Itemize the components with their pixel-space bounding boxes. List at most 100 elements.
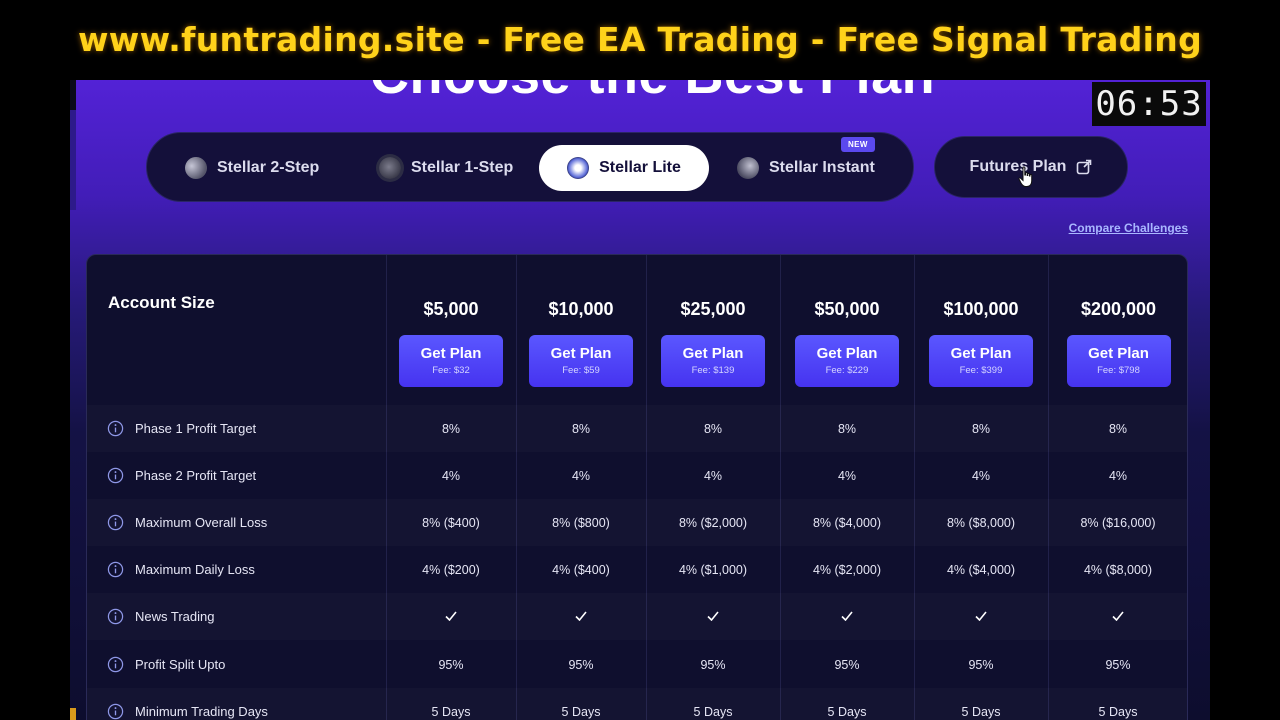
ringed-planet-icon	[567, 157, 590, 179]
plan-tabs: Stellar 2-Step Stellar 1-Step Stellar Li…	[146, 132, 914, 202]
compare-challenges-link[interactable]: Compare Challenges	[1069, 221, 1188, 235]
tab-label: Stellar 2-Step	[217, 159, 320, 176]
table-cell: 5 Days	[1098, 704, 1138, 719]
info-icon[interactable]	[107, 703, 124, 720]
plan-fee: Fee: $32	[432, 365, 470, 376]
plan-price: $200,000	[1080, 299, 1157, 319]
get-plan-label: Get Plan	[816, 345, 878, 362]
table-cell: 5 Days	[431, 704, 471, 719]
table-cell: 8%	[1108, 421, 1128, 436]
promo-banner: www.funtrading.site - Free EA Trading - …	[0, 0, 1280, 80]
tab-stellar-2-step[interactable]: Stellar 2-Step	[181, 145, 320, 191]
plan-column: $10,000 Get Plan Fee: $59	[516, 255, 646, 405]
plan-price: $25,000	[680, 299, 746, 319]
table-cell: 4% ($8,000)	[1083, 562, 1153, 577]
comet-icon	[737, 157, 759, 179]
banner-text: www.funtrading.site - Free EA Trading - …	[78, 19, 1202, 59]
plan-fee: Fee: $139	[691, 365, 735, 376]
table-cell: 4% ($400)	[552, 562, 610, 577]
get-plan-label: Get Plan	[682, 345, 744, 362]
moon-icon	[379, 157, 401, 179]
tab-label: Stellar Lite	[599, 159, 681, 176]
info-icon[interactable]	[107, 420, 124, 437]
tab-label: Stellar 1-Step	[411, 159, 514, 176]
info-icon[interactable]	[107, 608, 124, 625]
table-cell: 4% ($200)	[422, 562, 480, 577]
info-icon[interactable]	[107, 467, 124, 484]
info-icon[interactable]	[107, 656, 124, 673]
plan-price: $5,000	[423, 299, 479, 319]
table-cell: 8% ($800)	[552, 515, 610, 530]
plan-fee: Fee: $798	[1097, 365, 1140, 376]
get-plan-label: Get Plan	[950, 345, 1012, 362]
table-cell: 5 Days	[961, 704, 1001, 719]
table-row: Profit Split Upto 95% 95% 95% 95% 95% 95%	[87, 641, 1187, 688]
row-label: Phase 1 Profit Target	[135, 421, 257, 436]
plan-column: $50,000 Get Plan Fee: $229	[780, 255, 914, 405]
row-label: Profit Split Upto	[135, 657, 226, 672]
left-edge-strip	[70, 80, 76, 720]
plan-price: $10,000	[548, 299, 614, 319]
table-cell: 4% ($1,000)	[678, 562, 748, 577]
get-plan-button[interactable]: Get Plan Fee: $798	[1066, 335, 1171, 387]
table-cell: 8% ($4,000)	[812, 515, 882, 530]
info-icon[interactable]	[107, 514, 124, 531]
plan-price: $100,000	[943, 299, 1019, 319]
mouse-pointer-icon	[1018, 166, 1033, 187]
table-row: Maximum Daily Loss 4% ($200) 4% ($400) 4% (…	[87, 546, 1187, 593]
table-row: Phase 2 Profit Target 4% 4% 4% 4% 4% 4%	[87, 452, 1187, 499]
table-cell: 8%	[837, 421, 857, 436]
plan-column: $25,000 Get Plan Fee: $139	[646, 255, 780, 405]
table-cell: 4%	[837, 468, 857, 483]
table-cell: 95%	[568, 657, 594, 672]
tab-stellar-1-step[interactable]: Stellar 1-Step	[379, 145, 513, 191]
table-cell: 95%	[700, 657, 726, 672]
row-label: Phase 2 Profit Target	[135, 468, 257, 483]
check-icon	[787, 610, 907, 624]
pricing-page: Choose the Best Plan 06:53 Stellar 2-Ste…	[70, 80, 1210, 720]
plan-fee: Fee: $399	[959, 365, 1003, 376]
plans-table: Account Size $5,000 Get Plan Fee: $32 $1…	[86, 254, 1188, 720]
tab-label: Stellar Instant	[769, 159, 875, 176]
plan-fee: Fee: $59	[562, 365, 600, 376]
table-cell: 8% ($2,000)	[678, 515, 748, 530]
row-label: News Trading	[135, 609, 215, 624]
table-cell: 4%	[441, 468, 461, 483]
table-cell: 95%	[1105, 657, 1131, 672]
row-label: Maximum Overall Loss	[135, 515, 268, 530]
get-plan-button[interactable]: Get Plan Fee: $32	[399, 335, 503, 387]
table-cell: 8%	[441, 421, 461, 436]
plan-column: $100,000 Get Plan Fee: $399	[914, 255, 1048, 405]
table-cell: 4%	[571, 468, 591, 483]
table-cell: 4% ($2,000)	[812, 562, 882, 577]
check-icon	[653, 610, 773, 624]
planet-icon	[181, 153, 211, 183]
get-plan-button[interactable]: Get Plan Fee: $399	[929, 335, 1033, 387]
table-cell: 5 Days	[561, 704, 601, 719]
table-cell: 4%	[971, 468, 991, 483]
table-cell: 4% ($4,000)	[946, 562, 1016, 577]
table-row: News Trading	[87, 593, 1187, 640]
new-badge: NEW	[841, 137, 875, 152]
row-label: Minimum Trading Days	[135, 704, 268, 719]
get-plan-button[interactable]: Get Plan Fee: $139	[661, 335, 765, 387]
table-cell: 8% ($400)	[422, 515, 480, 530]
get-plan-label: Get Plan	[550, 345, 612, 362]
table-cell: 4%	[1108, 468, 1128, 483]
table-cell: 95%	[438, 657, 464, 672]
account-size-label: Account Size	[108, 293, 215, 312]
plan-column: $200,000 Get Plan Fee: $798	[1048, 255, 1187, 405]
table-cell: 8% ($8,000)	[946, 515, 1016, 530]
row-label: Maximum Daily Loss	[135, 562, 255, 577]
get-plan-label: Get Plan	[1088, 345, 1149, 362]
plan-column: $5,000 Get Plan Fee: $32	[386, 255, 516, 405]
check-icon	[921, 610, 1041, 624]
check-icon	[391, 610, 511, 624]
table-cell: 8% ($16,000)	[1080, 515, 1156, 530]
tab-stellar-lite[interactable]: Stellar Lite	[539, 145, 709, 191]
info-icon[interactable]	[107, 561, 124, 578]
get-plan-button[interactable]: Get Plan Fee: $59	[529, 335, 633, 387]
get-plan-label: Get Plan	[420, 345, 482, 362]
table-cell: 5 Days	[827, 704, 867, 719]
get-plan-button[interactable]: Get Plan Fee: $229	[795, 335, 899, 387]
